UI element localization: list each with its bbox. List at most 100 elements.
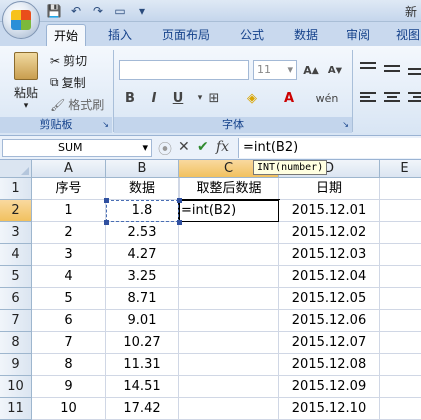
name-box[interactable]: SUM ▾ <box>2 139 152 157</box>
row-header[interactable]: 4 <box>0 244 32 266</box>
office-button[interactable] <box>2 1 40 39</box>
cell-d7[interactable]: 2015.12.06 <box>279 310 380 332</box>
cell-b8[interactable]: 10.27 <box>106 332 179 354</box>
grow-font-button[interactable]: A ▲ <box>300 60 322 80</box>
row-header[interactable]: 11 <box>0 398 32 420</box>
cut-button[interactable]: ✂ 剪切 <box>50 52 87 69</box>
cell-b11[interactable]: 17.42 <box>106 398 179 420</box>
cell-a8[interactable]: 7 <box>32 332 106 354</box>
cell-b10[interactable]: 14.51 <box>106 376 179 398</box>
phonetic-button[interactable]: wén <box>313 88 341 108</box>
cell-d8[interactable]: 2015.12.07 <box>279 332 380 354</box>
font-name-combo[interactable] <box>119 60 249 80</box>
row-header[interactable]: 2 <box>0 200 32 222</box>
cell-d10[interactable]: 2015.12.09 <box>279 376 380 398</box>
cell-c2[interactable]: =int(B2) <box>178 199 280 223</box>
resize-handle[interactable] <box>104 220 109 225</box>
cell-e3[interactable] <box>380 222 421 244</box>
cell-a5[interactable]: 4 <box>32 266 106 288</box>
paste-button[interactable]: 粘贴 ▾ <box>8 52 44 112</box>
font-size-combo[interactable]: 11 ▾ <box>253 60 297 80</box>
underline-button[interactable]: U <box>167 88 189 108</box>
align-center-icon[interactable] <box>384 92 402 106</box>
cell-d9[interactable]: 2015.12.08 <box>279 354 380 376</box>
save-icon[interactable]: 💾 <box>46 3 62 19</box>
column-header-e[interactable]: E <box>380 160 421 178</box>
font-color-button[interactable]: A <box>278 88 300 108</box>
copy-button[interactable]: ⧉ 复制 <box>50 74 86 91</box>
cell-a9[interactable]: 8 <box>32 354 106 376</box>
cell-a6[interactable]: 5 <box>32 288 106 310</box>
cell-c9[interactable] <box>179 354 279 376</box>
cell-a3[interactable]: 2 <box>32 222 106 244</box>
tab-formulas[interactable]: 公式 <box>228 24 276 46</box>
cell-e5[interactable] <box>380 266 421 288</box>
column-header-a[interactable]: A <box>32 160 106 178</box>
cell-a4[interactable]: 3 <box>32 244 106 266</box>
cell-e1[interactable] <box>380 178 421 200</box>
cell-e7[interactable] <box>380 310 421 332</box>
cell-b2[interactable]: 1.8 <box>106 200 179 222</box>
row-header[interactable]: 9 <box>0 354 32 376</box>
align-right-icon[interactable] <box>408 92 421 106</box>
cell-e9[interactable] <box>380 354 421 376</box>
cell-e10[interactable] <box>380 376 421 398</box>
cell-b1[interactable]: 数据 <box>106 178 179 200</box>
cell-c1[interactable]: 取整后数据 <box>179 178 279 200</box>
cell-d4[interactable]: 2015.12.03 <box>279 244 380 266</box>
align-left-icon[interactable] <box>360 92 378 106</box>
print-preview-icon[interactable]: ▭ <box>112 3 128 19</box>
cell-d6[interactable]: 2015.12.05 <box>279 288 380 310</box>
cell-d1[interactable]: 日期 <box>279 178 380 200</box>
cell-c6[interactable] <box>179 288 279 310</box>
tab-view[interactable]: 视图 <box>388 24 421 46</box>
cell-c5[interactable] <box>179 266 279 288</box>
resize-handle[interactable] <box>177 220 182 225</box>
cell-c10[interactable] <box>179 376 279 398</box>
bold-button[interactable]: B <box>119 88 141 108</box>
insert-function-icon[interactable]: fx <box>216 139 229 155</box>
enter-check-icon[interactable]: ✔ <box>197 139 209 155</box>
align-top-icon[interactable] <box>360 62 378 76</box>
row-header[interactable]: 6 <box>0 288 32 310</box>
cell-b4[interactable]: 4.27 <box>106 244 179 266</box>
row-header[interactable]: 7 <box>0 310 32 332</box>
tab-insert[interactable]: 插入 <box>96 24 144 46</box>
align-bottom-icon[interactable] <box>408 62 421 76</box>
cell-e2[interactable] <box>380 200 421 222</box>
cell-c11[interactable] <box>179 398 279 420</box>
resize-handle[interactable] <box>177 198 182 203</box>
tab-data[interactable]: 数据 <box>282 24 330 46</box>
cell-c3[interactable] <box>179 222 279 244</box>
cell-d3[interactable]: 2015.12.02 <box>279 222 380 244</box>
tab-page-layout[interactable]: 页面布局 <box>150 24 222 46</box>
align-middle-icon[interactable] <box>384 62 402 76</box>
row-header[interactable]: 5 <box>0 266 32 288</box>
row-header[interactable]: 8 <box>0 332 32 354</box>
row-header[interactable]: 3 <box>0 222 32 244</box>
cell-b3[interactable]: 2.53 <box>106 222 179 244</box>
cell-a7[interactable]: 6 <box>32 310 106 332</box>
tab-review[interactable]: 审阅 <box>334 24 382 46</box>
cell-c7[interactable] <box>179 310 279 332</box>
dialog-launcher-icon[interactable]: ↘ <box>342 117 349 133</box>
cell-d5[interactable]: 2015.12.04 <box>279 266 380 288</box>
fill-color-button[interactable]: ◈ <box>241 88 263 108</box>
cell-a1[interactable]: 序号 <box>32 178 106 200</box>
cell-e4[interactable] <box>380 244 421 266</box>
column-header-b[interactable]: B <box>106 160 179 178</box>
cell-b9[interactable]: 11.31 <box>106 354 179 376</box>
shrink-font-button[interactable]: A ▼ <box>324 60 346 80</box>
cell-a2[interactable]: 1 <box>32 200 106 222</box>
dialog-launcher-icon[interactable]: ↘ <box>102 117 109 133</box>
cell-d11[interactable]: 2015.12.10 <box>279 398 380 420</box>
chevron-down-icon[interactable]: ▾ <box>142 140 148 156</box>
undo-icon[interactable]: ↶ <box>68 3 84 19</box>
resize-handle[interactable] <box>104 198 109 203</box>
cell-c8[interactable] <box>179 332 279 354</box>
italic-button[interactable]: I <box>143 88 165 108</box>
cancel-icon[interactable]: ✕ <box>178 139 190 155</box>
cell-e8[interactable] <box>380 332 421 354</box>
cell-b7[interactable]: 9.01 <box>106 310 179 332</box>
formula-input[interactable]: =int(B2) <box>238 138 421 158</box>
